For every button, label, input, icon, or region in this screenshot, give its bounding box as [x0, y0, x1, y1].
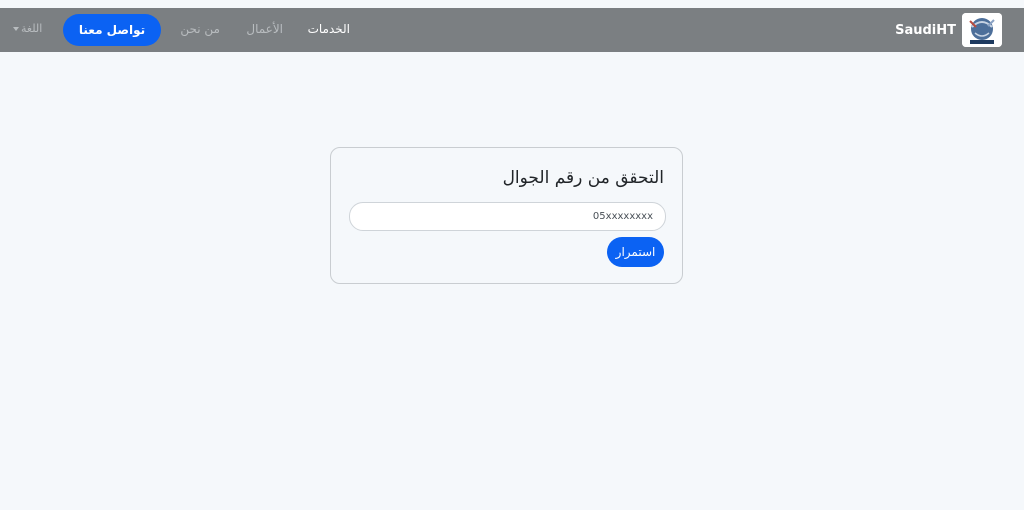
nav-link-about[interactable]: من نحن [180, 22, 220, 36]
nav-link-works[interactable]: الأعمال [246, 22, 283, 36]
logo-icon[interactable] [962, 13, 1002, 47]
card-title: التحقق من رقم الجوال [502, 168, 664, 188]
phone-input[interactable] [349, 202, 666, 231]
caret-down-icon [13, 26, 19, 31]
language-label: اللغة [21, 22, 43, 35]
page: SaudiHT الخدمات الأعمال من نحن تواصل معن… [0, 0, 1024, 510]
brand-name[interactable]: SaudiHT [895, 23, 956, 38]
language-dropdown[interactable]: اللغة [13, 22, 42, 35]
top-navbar: SaudiHT الخدمات الأعمال من نحن تواصل معن… [0, 8, 1024, 52]
phone-verification-card: التحقق من رقم الجوال استمرار [330, 147, 683, 284]
brand[interactable]: SaudiHT [895, 13, 1002, 47]
nav-link-services[interactable]: الخدمات [308, 22, 350, 36]
contact-us-button[interactable]: تواصل معنا [63, 14, 161, 46]
continue-button[interactable]: استمرار [607, 237, 664, 267]
